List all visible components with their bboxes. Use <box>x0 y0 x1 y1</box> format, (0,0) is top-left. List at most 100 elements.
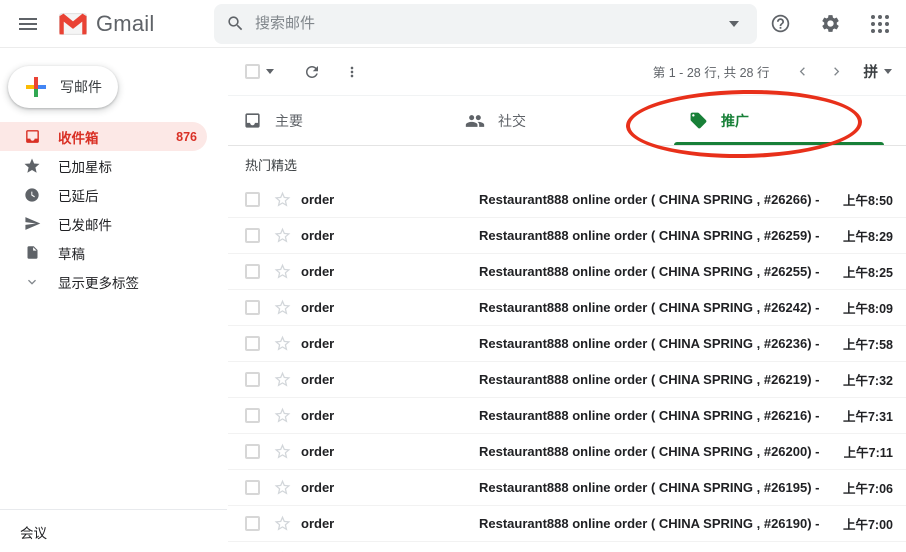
email-sender: order <box>301 336 479 351</box>
sidebar-item-label: 已发邮件 <box>58 214 112 234</box>
sidebar-nav: 收件箱 876 已加星标 已延后 <box>0 122 228 296</box>
email-row[interactable]: order Restaurant888 online order ( CHINA… <box>228 398 906 434</box>
email-time: 上午8:09 <box>843 298 893 317</box>
star-outline-icon[interactable] <box>273 226 293 245</box>
mail-list-pane: 第 1 - 28 行, 共 28 行 拼 <box>228 48 906 552</box>
search-bar[interactable] <box>214 4 757 44</box>
select-chevron-down-icon[interactable] <box>266 69 274 74</box>
older-page-chevron-right-icon[interactable] <box>820 56 854 88</box>
email-sender: order <box>301 300 479 315</box>
star-outline-icon[interactable] <box>273 190 293 209</box>
clock-icon <box>23 186 41 204</box>
email-checkbox[interactable] <box>245 300 260 315</box>
sidebar-item-more-labels[interactable]: 显示更多标签 <box>0 267 207 296</box>
select-all-checkbox[interactable] <box>245 64 260 79</box>
apps-grid-icon[interactable] <box>862 6 898 42</box>
email-time: 上午7:32 <box>843 370 893 389</box>
list-toolbar: 第 1 - 28 行, 共 28 行 拼 <box>228 48 906 96</box>
email-row[interactable]: order Restaurant888 online order ( CHINA… <box>228 506 906 542</box>
tab-social[interactable]: 社交 <box>451 96 674 145</box>
email-row[interactable]: order Restaurant888 online order ( CHINA… <box>228 470 906 506</box>
email-list: order Restaurant888 online order ( CHINA… <box>228 182 906 552</box>
sidebar-item-snoozed[interactable]: 已延后 <box>0 180 207 209</box>
email-sender: order <box>301 192 479 207</box>
search-options-chevron-down-icon[interactable] <box>729 21 739 27</box>
email-row[interactable]: order Restaurant888 online order ( CHINA… <box>228 362 906 398</box>
star-outline-icon[interactable] <box>273 514 293 533</box>
input-tools-selector[interactable]: 拼 <box>864 61 893 82</box>
email-sender: order <box>301 228 479 243</box>
tag-icon <box>688 111 708 131</box>
email-subject: Restaurant888 online order ( CHINA SPRIN… <box>479 336 833 351</box>
sidebar-item-inbox[interactable]: 收件箱 876 <box>0 122 207 151</box>
search-icon[interactable] <box>226 14 245 33</box>
hamburger-menu-icon[interactable] <box>8 4 48 44</box>
email-sender: order <box>301 444 479 459</box>
gmail-app: Gmail <box>0 0 906 552</box>
email-row[interactable]: order Restaurant888 online order ( CHINA… <box>228 434 906 470</box>
settings-gear-icon[interactable] <box>812 6 848 42</box>
star-outline-icon[interactable] <box>273 406 293 425</box>
gmail-logo[interactable]: Gmail <box>58 11 214 37</box>
email-checkbox[interactable] <box>245 336 260 351</box>
email-checkbox[interactable] <box>245 192 260 207</box>
tab-promotions[interactable]: 推广 <box>674 96 897 145</box>
star-icon <box>23 157 41 175</box>
app-title: Gmail <box>96 11 154 37</box>
compose-button[interactable]: 写邮件 <box>8 66 118 108</box>
chevron-down-icon <box>23 273 41 291</box>
star-outline-icon[interactable] <box>273 262 293 281</box>
help-icon[interactable] <box>762 6 798 42</box>
email-subject: Restaurant888 online order ( CHINA SPRIN… <box>479 300 833 315</box>
email-subject: Restaurant888 online order ( CHINA SPRIN… <box>479 444 834 459</box>
input-tool-label: 拼 <box>864 61 879 82</box>
content: 写邮件 收件箱 876 已加星标 <box>0 48 906 552</box>
email-row[interactable]: order Restaurant888 online order ( CHINA… <box>228 254 906 290</box>
sidebar-item-starred[interactable]: 已加星标 <box>0 151 207 180</box>
email-row[interactable] <box>228 542 906 552</box>
select-all-control[interactable] <box>245 64 274 79</box>
star-outline-icon[interactable] <box>273 370 293 389</box>
compose-plus-icon <box>24 75 48 99</box>
toolbar-right: 第 1 - 28 行, 共 28 行 拼 <box>653 56 892 88</box>
email-checkbox[interactable] <box>245 480 260 495</box>
email-checkbox[interactable] <box>245 408 260 423</box>
email-subject: Restaurant888 online order ( CHINA SPRIN… <box>479 192 833 207</box>
email-checkbox[interactable] <box>245 516 260 531</box>
sidebar-item-sent[interactable]: 已发邮件 <box>0 209 207 238</box>
email-sender: order <box>301 408 479 423</box>
tab-label: 社交 <box>498 111 526 131</box>
tab-label: 推广 <box>721 111 749 131</box>
email-checkbox[interactable] <box>245 444 260 459</box>
email-subject: Restaurant888 online order ( CHINA SPRIN… <box>479 408 833 423</box>
email-checkbox[interactable] <box>245 228 260 243</box>
search-input[interactable] <box>255 15 729 32</box>
email-checkbox[interactable] <box>245 372 260 387</box>
section-title: 热门精选 <box>228 146 906 182</box>
email-time: 上午7:06 <box>843 478 893 497</box>
star-outline-icon[interactable] <box>273 298 293 317</box>
email-row[interactable]: order Restaurant888 online order ( CHINA… <box>228 218 906 254</box>
sidebar-item-label: 收件箱 <box>58 127 99 147</box>
star-outline-icon[interactable] <box>273 334 293 353</box>
email-time: 上午7:58 <box>843 334 893 353</box>
newer-page-chevron-left-icon[interactable] <box>786 56 820 88</box>
email-row[interactable]: order Restaurant888 online order ( CHINA… <box>228 326 906 362</box>
refresh-icon[interactable] <box>296 56 328 88</box>
sidebar-item-label: 已加星标 <box>58 156 112 176</box>
email-checkbox[interactable] <box>245 264 260 279</box>
email-row[interactable]: order Restaurant888 online order ( CHINA… <box>228 182 906 218</box>
sidebar-item-label: 草稿 <box>58 243 85 263</box>
tab-primary[interactable]: 主要 <box>228 96 451 145</box>
category-tabs: 主要 社交 推广 <box>228 96 906 146</box>
email-subject: Restaurant888 online order ( CHINA SPRIN… <box>479 372 833 387</box>
star-outline-icon[interactable] <box>273 478 293 497</box>
sidebar-item-drafts[interactable]: 草稿 <box>0 238 207 267</box>
inbox-unread-count: 876 <box>176 130 197 144</box>
sidebar-bottom: 会议 <box>0 509 228 552</box>
email-time: 上午8:25 <box>843 262 893 281</box>
email-sender: order <box>301 516 479 531</box>
star-outline-icon[interactable] <box>273 442 293 461</box>
more-options-icon[interactable] <box>336 56 368 88</box>
email-row[interactable]: order Restaurant888 online order ( CHINA… <box>228 290 906 326</box>
